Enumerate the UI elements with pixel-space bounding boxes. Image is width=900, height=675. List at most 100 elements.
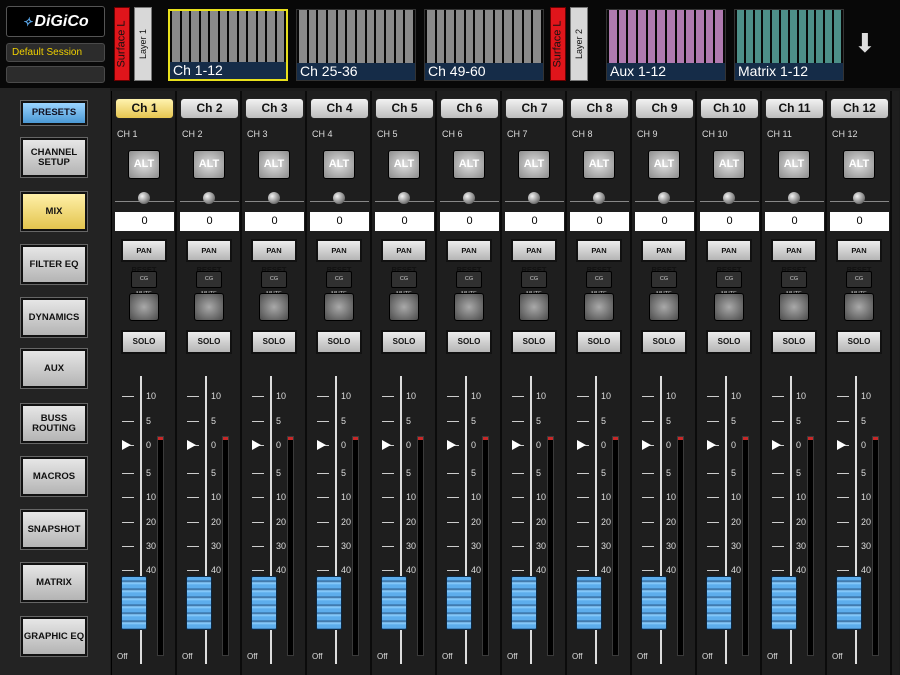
pan-value[interactable]: 0: [830, 212, 889, 231]
sidebar-snapshot-button[interactable]: SNAPSHOT: [20, 509, 88, 550]
pan-value[interactable]: 0: [440, 212, 499, 231]
pan-knob[interactable]: [723, 192, 735, 204]
pan-reset-button[interactable]: PAN RESET: [381, 239, 427, 274]
solo-button[interactable]: SOLO: [771, 330, 817, 354]
mute-button[interactable]: [194, 293, 224, 321]
pan-value[interactable]: 0: [180, 212, 239, 231]
pan-knob[interactable]: [593, 192, 605, 204]
channel-tab[interactable]: Ch 4: [310, 98, 369, 119]
pan-value[interactable]: 0: [765, 212, 824, 231]
alt-button[interactable]: ALT: [453, 150, 485, 179]
mute-button[interactable]: [519, 293, 549, 321]
pan-knob[interactable]: [658, 192, 670, 204]
pan-reset-button[interactable]: PAN RESET: [836, 239, 882, 274]
channel-tab[interactable]: Ch 2: [180, 98, 239, 119]
alt-button[interactable]: ALT: [258, 150, 290, 179]
pan-reset-button[interactable]: PAN RESET: [186, 239, 232, 274]
sidebar-channel-setup-button[interactable]: CHANNEL SETUP: [20, 137, 88, 178]
channel-tab[interactable]: Ch 3: [245, 98, 304, 119]
fader-cap[interactable]: [641, 576, 667, 630]
pan-value[interactable]: 0: [505, 212, 564, 231]
solo-button[interactable]: SOLO: [121, 330, 167, 354]
fader-cap[interactable]: [186, 576, 212, 630]
sidebar-graphic-eq-button[interactable]: GRAPHIC EQ: [20, 616, 88, 657]
fader-cap[interactable]: [511, 576, 537, 630]
pan-knob[interactable]: [463, 192, 475, 204]
cg-mute-button[interactable]: CG MUTE: [716, 271, 742, 297]
mute-button[interactable]: [779, 293, 809, 321]
cg-mute-button[interactable]: CG MUTE: [261, 271, 287, 297]
alt-button[interactable]: ALT: [713, 150, 745, 179]
solo-button[interactable]: SOLO: [576, 330, 622, 354]
solo-button[interactable]: SOLO: [706, 330, 752, 354]
solo-button[interactable]: SOLO: [446, 330, 492, 354]
mute-button[interactable]: [324, 293, 354, 321]
alt-button[interactable]: ALT: [323, 150, 355, 179]
mute-button[interactable]: [584, 293, 614, 321]
cg-mute-button[interactable]: CG MUTE: [456, 271, 482, 297]
channel-tab[interactable]: Ch 11: [765, 98, 824, 119]
fader-cap[interactable]: [836, 576, 862, 630]
pan-value[interactable]: 0: [635, 212, 694, 231]
sidebar-dynamics-button[interactable]: DYNAMICS: [20, 297, 88, 338]
alt-button[interactable]: ALT: [193, 150, 225, 179]
cg-mute-button[interactable]: CG MUTE: [651, 271, 677, 297]
pan-value[interactable]: 0: [700, 212, 759, 231]
cg-mute-button[interactable]: CG MUTE: [391, 271, 417, 297]
cg-mute-button[interactable]: CG MUTE: [781, 271, 807, 297]
fader-cap[interactable]: [316, 576, 342, 630]
pan-knob[interactable]: [528, 192, 540, 204]
solo-button[interactable]: SOLO: [186, 330, 232, 354]
sidebar-mix-button[interactable]: MIX: [20, 191, 88, 232]
alt-button[interactable]: ALT: [843, 150, 875, 179]
session-name[interactable]: Default Session: [6, 43, 105, 62]
pan-knob[interactable]: [138, 192, 150, 204]
fader-cap[interactable]: [381, 576, 407, 630]
alt-button[interactable]: ALT: [518, 150, 550, 179]
fader-cap[interactable]: [446, 576, 472, 630]
fader-cap[interactable]: [251, 576, 277, 630]
pan-value[interactable]: 0: [245, 212, 304, 231]
solo-button[interactable]: SOLO: [381, 330, 427, 354]
pan-reset-button[interactable]: PAN RESET: [446, 239, 492, 274]
solo-button[interactable]: SOLO: [251, 330, 297, 354]
mute-button[interactable]: [454, 293, 484, 321]
channel-tab[interactable]: Ch 12: [830, 98, 889, 119]
sidebar-macros-button[interactable]: MACROS: [20, 456, 88, 497]
cg-mute-button[interactable]: CG MUTE: [196, 271, 222, 297]
pan-reset-button[interactable]: PAN RESET: [251, 239, 297, 274]
pan-value[interactable]: 0: [115, 212, 174, 231]
pan-knob[interactable]: [203, 192, 215, 204]
cg-mute-button[interactable]: CG MUTE: [131, 271, 157, 297]
cg-mute-button[interactable]: CG MUTE: [326, 271, 352, 297]
pan-reset-button[interactable]: PAN RESET: [706, 239, 752, 274]
channel-tab[interactable]: Ch 1: [115, 98, 174, 119]
bank-ch-1-12[interactable]: Ch 1-12: [168, 9, 288, 81]
pan-reset-button[interactable]: PAN RESET: [641, 239, 687, 274]
pan-knob[interactable]: [398, 192, 410, 204]
mute-button[interactable]: [649, 293, 679, 321]
pan-knob[interactable]: [853, 192, 865, 204]
cg-mute-button[interactable]: CG MUTE: [586, 271, 612, 297]
channel-tab[interactable]: Ch 10: [700, 98, 759, 119]
alt-button[interactable]: ALT: [388, 150, 420, 179]
sidebar-presets-button[interactable]: PRESETS: [20, 100, 88, 126]
mute-button[interactable]: [259, 293, 289, 321]
channel-tab[interactable]: Ch 6: [440, 98, 499, 119]
bank-aux-1-12[interactable]: Aux 1-12: [606, 9, 726, 81]
pan-value[interactable]: 0: [375, 212, 434, 231]
alt-button[interactable]: ALT: [778, 150, 810, 179]
fader-cap[interactable]: [576, 576, 602, 630]
mute-button[interactable]: [714, 293, 744, 321]
channel-tab[interactable]: Ch 5: [375, 98, 434, 119]
pan-reset-button[interactable]: PAN RESET: [121, 239, 167, 274]
channel-tab[interactable]: Ch 7: [505, 98, 564, 119]
fader-cap[interactable]: [771, 576, 797, 630]
solo-button[interactable]: SOLO: [316, 330, 362, 354]
pan-value[interactable]: 0: [570, 212, 629, 231]
sidebar-matrix-button[interactable]: MATRIX: [20, 562, 88, 603]
pan-reset-button[interactable]: PAN RESET: [771, 239, 817, 274]
cg-mute-button[interactable]: CG MUTE: [846, 271, 872, 297]
cg-mute-button[interactable]: CG MUTE: [521, 271, 547, 297]
pan-reset-button[interactable]: PAN RESET: [576, 239, 622, 274]
